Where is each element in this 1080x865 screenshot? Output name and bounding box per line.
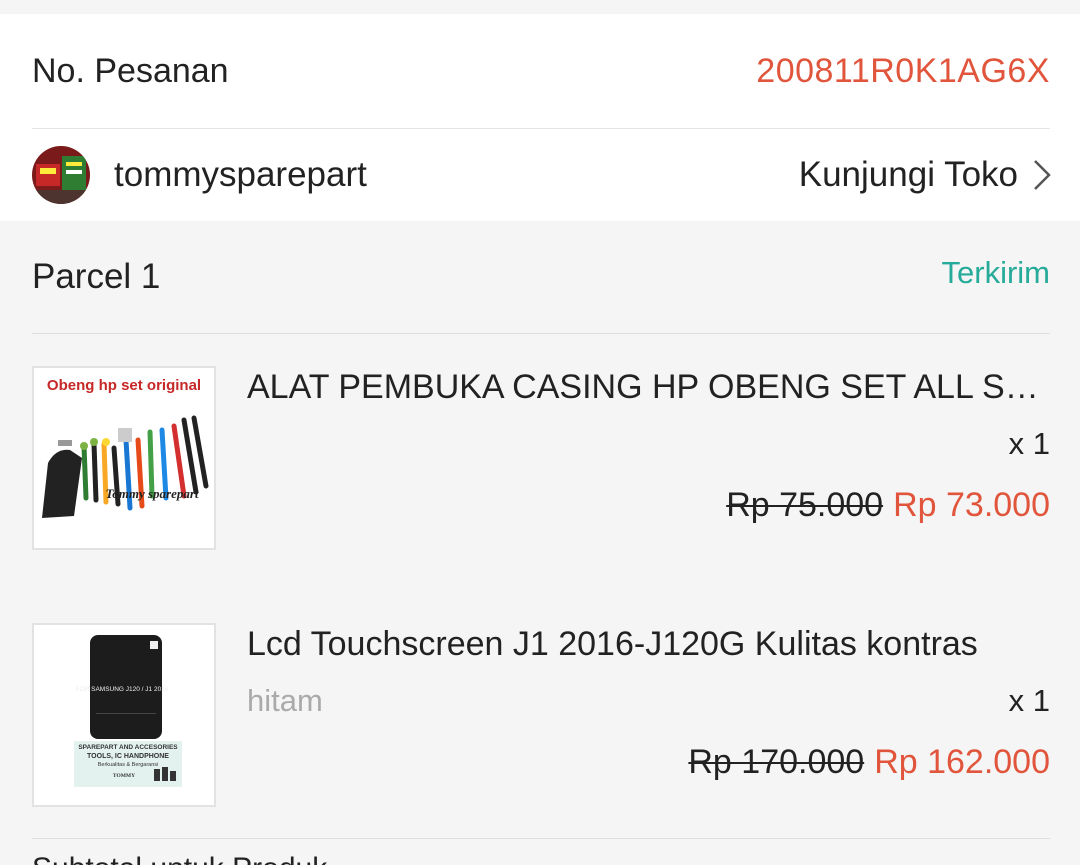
item-quantity: x 1 [1008, 683, 1050, 718]
shop-name: tommysparepart [114, 155, 367, 194]
visit-shop-button[interactable]: Kunjungi Toko [799, 155, 1052, 195]
order-item[interactable]: FOR SAMSUNG J120 / J1 2016 SPAREPART AND… [32, 623, 1050, 809]
price-final: Rp 162.000 [874, 743, 1050, 781]
item-title: Lcd Touchscreen J1 2016-J120G Kulitas ko… [247, 625, 978, 663]
product-thumbnail[interactable]: FOR SAMSUNG J120 / J1 2016 SPAREPART AND… [32, 623, 216, 807]
visit-shop-label: Kunjungi Toko [798, 155, 1018, 194]
item-price: Rp 75.000 Rp 73.000 [726, 486, 1050, 525]
item-variant: hitam [247, 683, 323, 718]
price-original: Rp 75.000 [726, 486, 884, 524]
price-final: Rp 73.000 [893, 486, 1050, 524]
parcel-header: Parcel 1 Terkirim [32, 221, 1050, 334]
item-quantity: x 1 [1008, 426, 1050, 461]
order-item[interactable]: Obeng hp set original Tommy sparepart AL… [32, 366, 1050, 552]
shop-avatar-icon[interactable] [32, 146, 90, 204]
parcel-status[interactable]: Terkirim [942, 255, 1051, 291]
item-details: Lcd Touchscreen J1 2016-J120G Kulitas ko… [247, 623, 1050, 809]
chevron-right-icon [1034, 160, 1051, 190]
thumb-banner-1: SPAREPART AND ACCESORIES [78, 744, 178, 751]
item-details: ALAT PEMBUKA CASING HP OBENG SET ALL SM…… [247, 366, 1050, 552]
parcel-title: Parcel 1 [32, 257, 161, 296]
subtotal-label: Subtotal untuk Produk [32, 852, 327, 865]
divider [32, 838, 1050, 839]
thumb-caption: Obeng hp set original [47, 377, 201, 394]
shop-row[interactable]: tommysparepart Kunjungi Toko [32, 129, 1052, 221]
item-title: ALAT PEMBUKA CASING HP OBENG SET ALL SM… [247, 368, 1050, 406]
order-number-label: No. Pesanan [32, 51, 229, 90]
thumb-banner-3: Berkualitas & Bergaransi [98, 762, 159, 768]
thumb-banner-2: TOOLS, IC HANDPHONE [87, 753, 169, 760]
price-original: Rp 170.000 [688, 743, 865, 781]
thumb-watermark: Tommy sparepart [105, 486, 198, 501]
thumb-brand: TOMMY [113, 773, 135, 779]
thumb-label: FOR SAMSUNG J120 / J1 2016 [76, 686, 169, 693]
item-price: Rp 170.000 Rp 162.000 [688, 743, 1050, 782]
order-detail-page: No. Pesanan 200811R0K1AG6X tommysparepar… [0, 0, 1080, 865]
order-number-row: No. Pesanan 200811R0K1AG6X [32, 14, 1050, 129]
shop-info: tommysparepart [32, 146, 367, 204]
order-number-value[interactable]: 200811R0K1AG6X [756, 52, 1050, 91]
product-thumbnail[interactable]: Obeng hp set original Tommy sparepart [32, 366, 216, 550]
